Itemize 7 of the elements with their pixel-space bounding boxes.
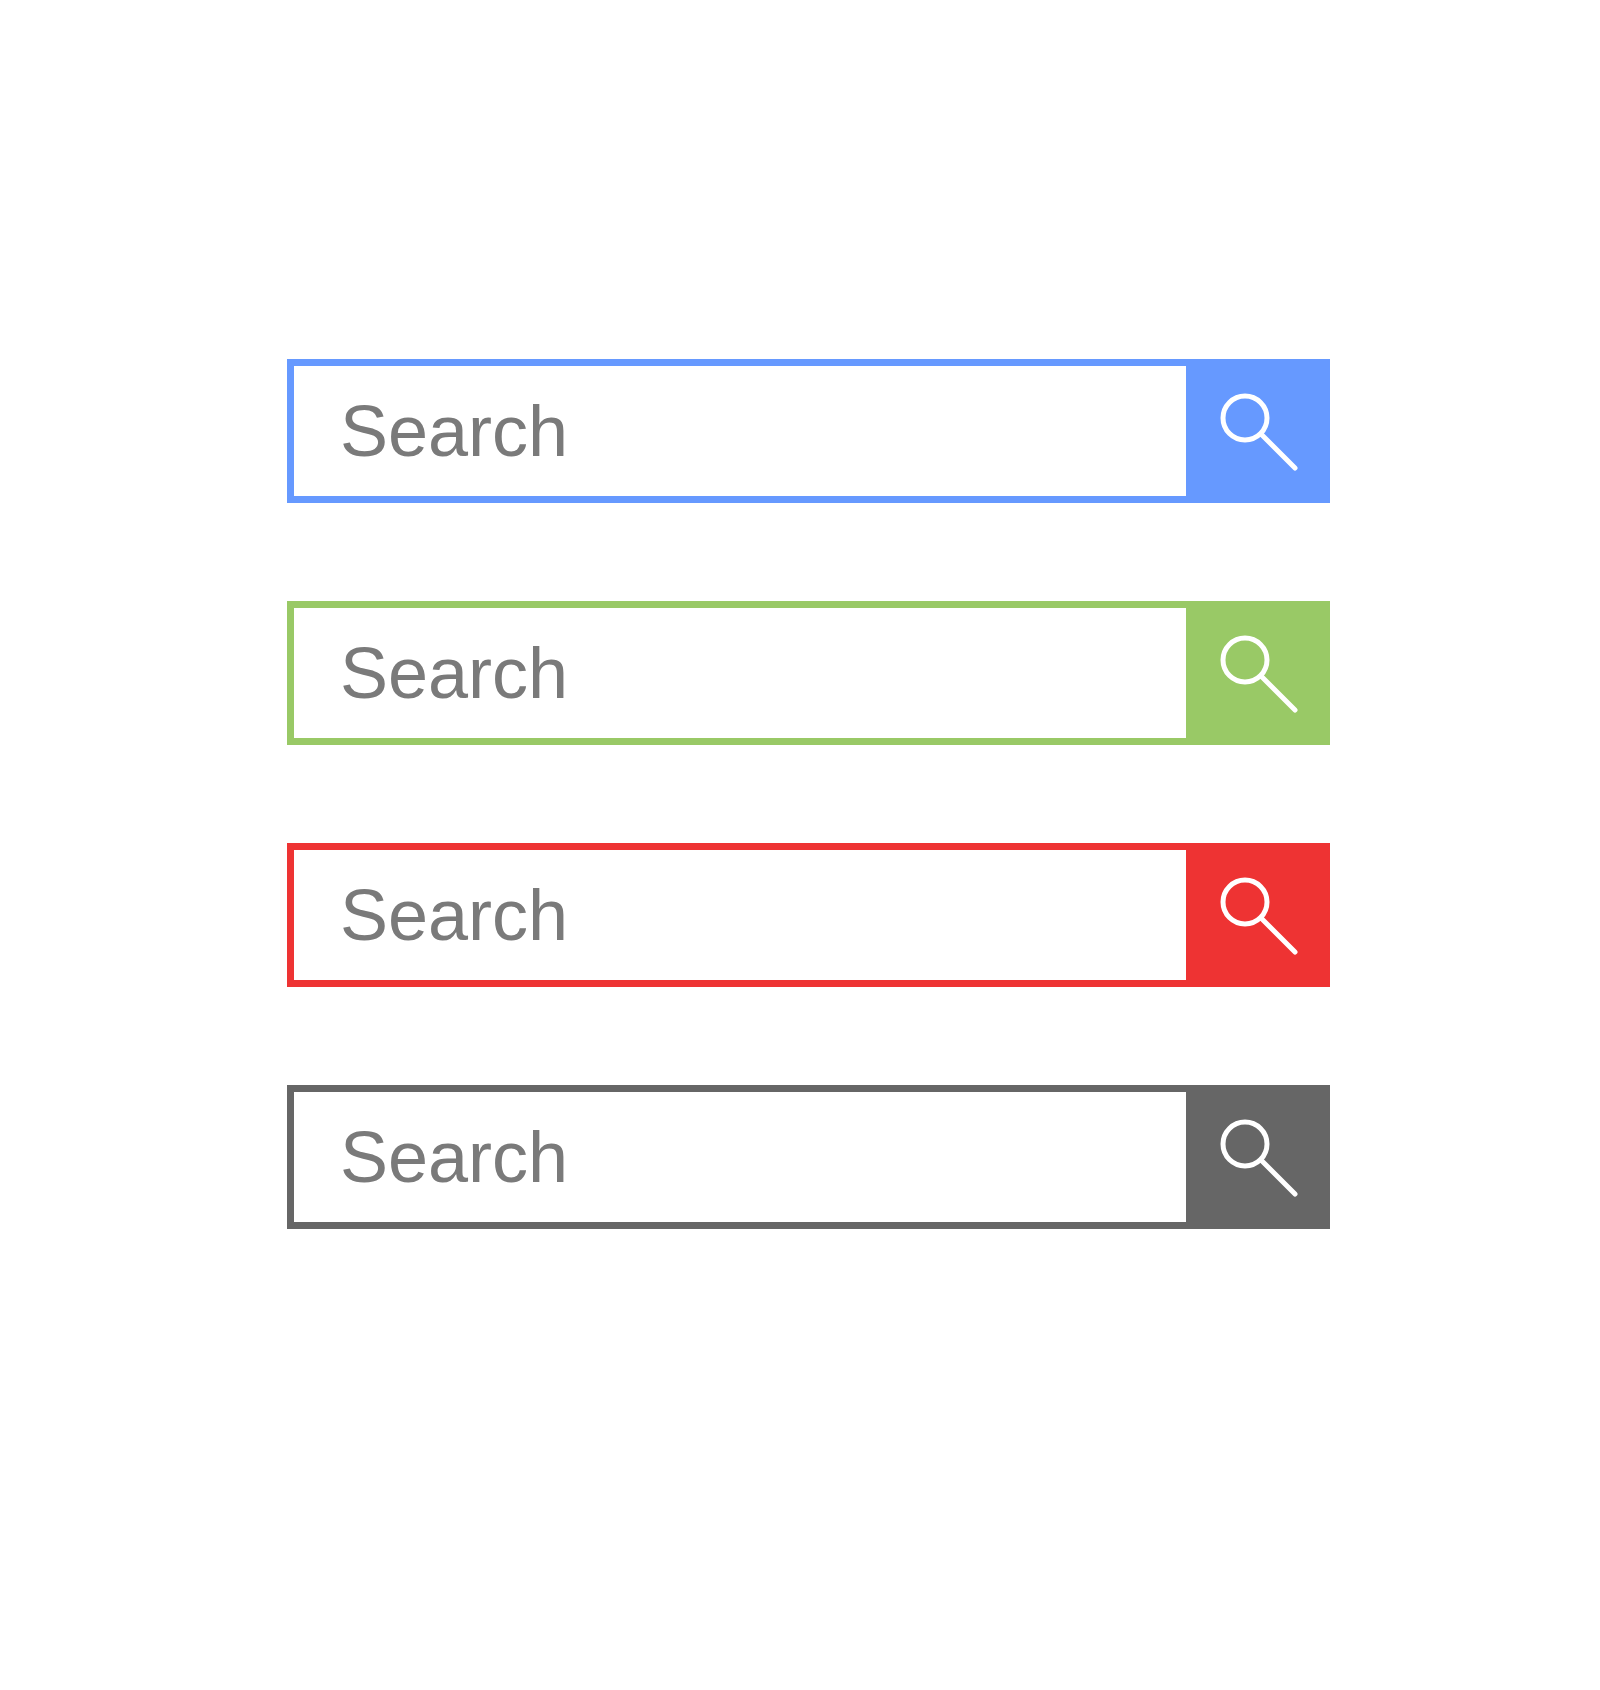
search-field[interactable]: Search	[287, 843, 1186, 987]
search-field[interactable]: Search	[287, 1085, 1186, 1229]
search-field[interactable]: Search	[287, 359, 1186, 503]
search-button[interactable]	[1186, 359, 1330, 503]
search-button[interactable]	[1186, 843, 1330, 987]
search-button[interactable]	[1186, 1085, 1330, 1229]
search-field[interactable]: Search	[287, 601, 1186, 745]
